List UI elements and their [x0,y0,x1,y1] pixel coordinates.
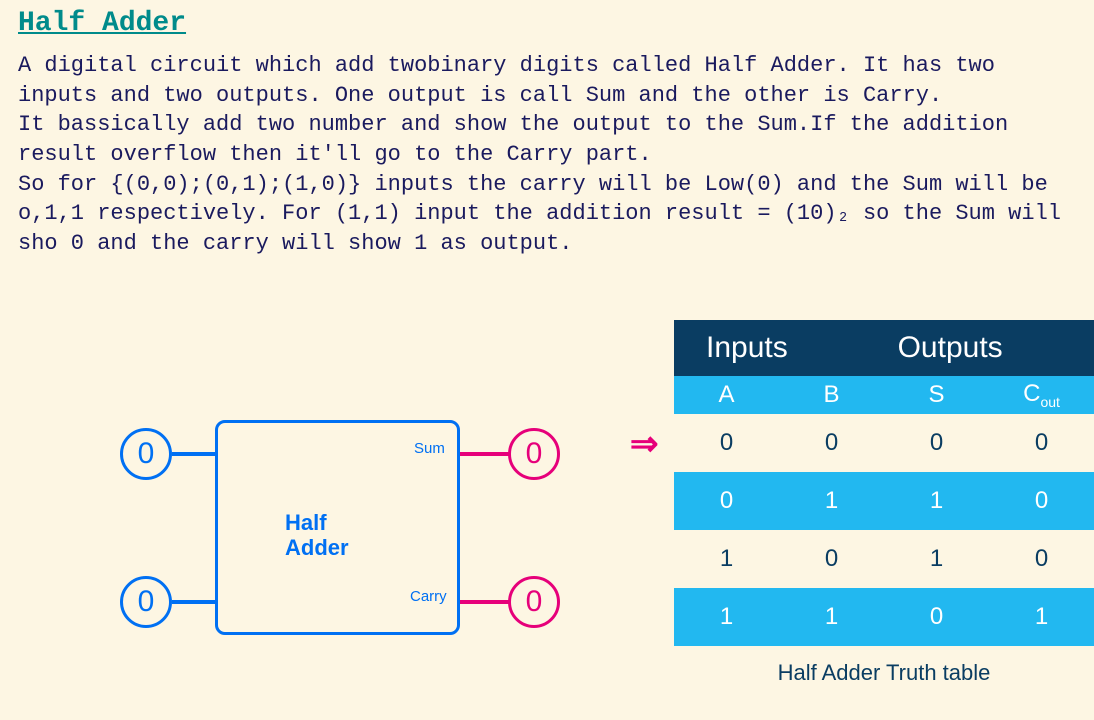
cell-b: 1 [779,487,884,515]
wire-in2 [172,600,217,604]
wire-in1 [172,452,217,456]
cell-c: 0 [989,545,1094,573]
cell-c: 0 [989,487,1094,515]
header-outputs: Outputs [876,320,1094,376]
header-inputs: Inputs [674,320,876,376]
col-cout-main: C [1023,380,1040,407]
wire-out1 [460,452,510,456]
cell-b: 0 [779,429,884,457]
cell-s: 0 [884,603,989,631]
cell-a: 0 [674,429,779,457]
carry-label: Carry [410,588,447,605]
output-port-carry: 0 [508,576,560,628]
cell-c: 1 [989,603,1094,631]
table-row: 1 1 0 1 [674,588,1094,646]
page-title: Half Adder [0,0,1094,43]
cell-b: 1 [779,603,884,631]
cell-s: 0 [884,429,989,457]
cell-s: 1 [884,487,989,515]
cell-a: 1 [674,545,779,573]
block-label-line2: Adder [285,535,349,560]
cell-c: 0 [989,429,1094,457]
truth-table-subheader: A B S Cout [674,376,1094,414]
arrow-icon: ⇒ [630,424,659,464]
input-port-1: 0 [120,428,172,480]
half-adder-circuit: Half Adder 0 0 0 0 Sum Carry [110,410,590,650]
lower-area: Half Adder 0 0 0 0 Sum Carry ⇒ Inputs Ou… [0,320,1094,720]
table-row: 1 0 1 0 [674,530,1094,588]
block-label-line1: Half [285,510,327,535]
col-cout: Cout [989,380,1094,410]
table-row: 0 1 1 0 [674,472,1094,530]
col-b: B [779,381,884,409]
cell-a: 0 [674,487,779,515]
wire-out2 [460,600,510,604]
cell-s: 1 [884,545,989,573]
half-adder-block-label: Half Adder [285,510,349,561]
truth-table-caption: Half Adder Truth table [674,646,1094,686]
cell-a: 1 [674,603,779,631]
col-a: A [674,381,779,409]
input-port-2: 0 [120,576,172,628]
truth-table-header: Inputs Outputs [674,320,1094,376]
output-port-sum: 0 [508,428,560,480]
cell-b: 0 [779,545,884,573]
table-row: 0 0 0 0 [674,414,1094,472]
truth-table: ⇒ Inputs Outputs A B S Cout 0 0 0 0 0 1 … [674,320,1094,686]
col-s: S [884,381,989,409]
sum-label: Sum [414,440,445,457]
description-text: A digital circuit which add twobinary di… [0,43,1094,259]
col-cout-sub: out [1040,394,1059,410]
